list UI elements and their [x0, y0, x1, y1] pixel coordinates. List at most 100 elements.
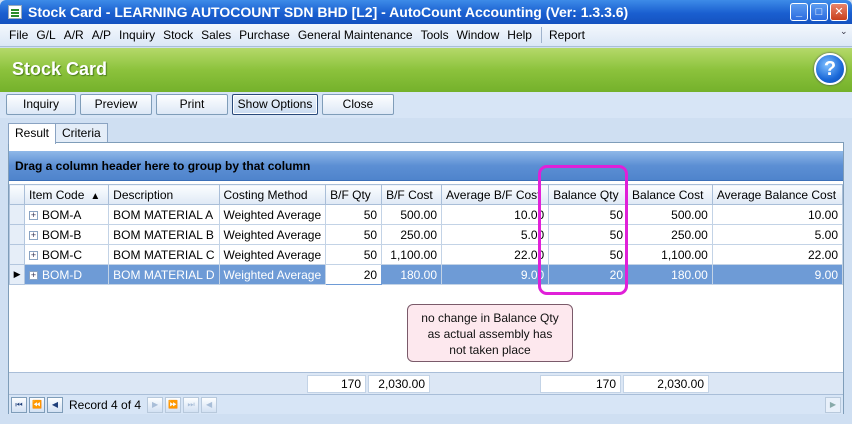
cell-item-code[interactable]: + BOM-A [24, 204, 110, 225]
close-button[interactable]: Close [322, 94, 394, 115]
show-options-button[interactable]: Show Options [232, 94, 318, 115]
cell-balance-cost[interactable]: 1,100.00 [627, 244, 713, 265]
column-header-average-balance-cost[interactable]: Average Balance Cost [711, 184, 844, 205]
cell-item-code[interactable]: + BOM-B [24, 224, 110, 245]
cell-average-bf-cost[interactable]: 10.00 [441, 204, 550, 225]
menu-bar: File G/L A/R A/P Inquiry Stock Sales Pur… [0, 24, 852, 47]
toolbar: Inquiry Preview Print Show Options Close [0, 92, 852, 118]
tab-criteria[interactable]: Criteria [55, 123, 108, 143]
menu-inquiry[interactable]: Inquiry [116, 28, 160, 42]
table-row[interactable]: + BOM-B BOM MATERIAL B Weighted Average 5… [8, 224, 844, 245]
menu-report[interactable]: Report [546, 28, 590, 42]
menu-general-maintenance[interactable]: General Maintenance [295, 28, 418, 42]
cell-item-code[interactable]: + BOM-C [24, 244, 110, 265]
prev-page-icon[interactable]: ⏪ [29, 396, 45, 413]
column-header-item-code[interactable]: Item Code ▲ [24, 184, 110, 205]
cell-balance-cost[interactable]: 500.00 [627, 204, 713, 225]
expand-icon[interactable]: + [29, 270, 39, 280]
horizontal-scroll-left-icon[interactable]: ◀ [201, 396, 218, 413]
cell-description[interactable]: BOM MATERIAL D [108, 264, 220, 285]
cell-description[interactable]: BOM MATERIAL C [108, 244, 220, 265]
maximize-button[interactable]: □ [810, 3, 828, 21]
next-page-icon[interactable]: ⏩ [165, 396, 182, 413]
row-selector-current-icon[interactable]: ▶ [8, 264, 26, 285]
menu-purchase[interactable]: Purchase [236, 28, 295, 42]
column-header-bf-cost[interactable]: B/F Cost [381, 184, 443, 205]
table-row[interactable]: + BOM-C BOM MATERIAL C Weighted Average 5… [8, 244, 844, 265]
table-row[interactable]: + BOM-A BOM MATERIAL A Weighted Average 5… [8, 204, 844, 225]
window-title: Stock Card - LEARNING AUTOCOUNT SDN BHD … [28, 4, 629, 20]
cell-bf-qty[interactable]: 50 [325, 224, 383, 245]
cell-bf-cost[interactable]: 250.00 [381, 224, 443, 245]
menu-sales[interactable]: Sales [198, 28, 236, 42]
cell-average-bf-cost[interactable]: 5.00 [441, 224, 550, 245]
cell-average-balance-cost[interactable]: 9.00 [711, 264, 844, 285]
expand-icon[interactable]: + [29, 250, 39, 260]
close-window-button[interactable]: ✕ [830, 3, 848, 21]
record-navigator: ⏮ ⏪ ◀ Record 4 of 4 ▶ ⏩ ⏭ ◀ ▶ [9, 394, 843, 414]
print-button[interactable]: Print [156, 94, 228, 115]
next-record-icon[interactable]: ▶ [147, 396, 164, 413]
page-title: Stock Card [12, 59, 108, 79]
row-selector[interactable] [8, 224, 26, 245]
total-bf-cost: 2,030.00 [368, 375, 430, 393]
cell-costing-method[interactable]: Weighted Average [218, 224, 327, 245]
item-code-value: BOM-D [42, 267, 83, 282]
cell-costing-method[interactable]: Weighted Average [218, 244, 327, 265]
cell-average-balance-cost[interactable]: 10.00 [711, 204, 844, 225]
callout-line: not taken place [449, 343, 531, 357]
cell-costing-method[interactable]: Weighted Average [218, 204, 327, 225]
column-header-balance-cost[interactable]: Balance Cost [627, 184, 713, 205]
menu-ar[interactable]: A/R [61, 28, 89, 42]
cell-average-balance-cost[interactable]: 22.00 [711, 244, 844, 265]
prev-record-icon[interactable]: ◀ [47, 396, 63, 413]
grid-header-row: Item Code ▲ Description Costing Method B/… [8, 184, 844, 205]
cell-balance-cost[interactable]: 180.00 [627, 264, 713, 285]
inquiry-button[interactable]: Inquiry [6, 94, 76, 115]
cell-bf-qty[interactable]: 50 [325, 204, 383, 225]
table-row-focused[interactable]: ▶ + BOM-D BOM MATERIAL D Weighted Average… [8, 264, 844, 285]
menu-gl[interactable]: G/L [33, 28, 60, 42]
cell-bf-cost[interactable]: 500.00 [381, 204, 443, 225]
cell-description[interactable]: BOM MATERIAL A [108, 204, 220, 225]
cell-bf-qty-editing[interactable]: 20 [325, 264, 383, 285]
group-by-panel[interactable]: Drag a column header here to group by th… [9, 151, 843, 181]
cell-item-code[interactable]: + BOM-D [24, 264, 110, 285]
menu-stock[interactable]: Stock [160, 28, 198, 42]
menu-window[interactable]: Window [454, 28, 505, 42]
menu-help[interactable]: Help [504, 28, 537, 42]
cell-costing-method[interactable]: Weighted Average [218, 264, 327, 285]
tab-result[interactable]: Result [8, 123, 57, 144]
minimize-button[interactable]: _ [790, 3, 808, 21]
expand-icon[interactable]: + [29, 210, 39, 220]
cell-bf-cost[interactable]: 180.00 [381, 264, 443, 285]
cell-average-balance-cost[interactable]: 5.00 [711, 224, 844, 245]
help-icon[interactable]: ? [814, 53, 846, 85]
cell-average-bf-cost[interactable]: 9.00 [441, 264, 550, 285]
menu-tools[interactable]: Tools [418, 28, 454, 42]
cell-balance-cost[interactable]: 250.00 [627, 224, 713, 245]
expand-icon[interactable]: + [29, 230, 39, 240]
row-selector[interactable] [8, 204, 26, 225]
item-code-value: BOM-B [42, 227, 82, 242]
annotation-callout: no change in Balance Qty as actual assem… [407, 304, 573, 362]
menu-ap[interactable]: A/P [89, 28, 116, 42]
grid-footer-totals: 170 2,030.00 170 2,030.00 [9, 372, 843, 394]
column-header-bf-qty[interactable]: B/F Qty [325, 184, 383, 205]
menu-separator [540, 27, 542, 43]
cell-bf-cost[interactable]: 1,100.00 [381, 244, 443, 265]
app-icon [8, 5, 22, 19]
record-position: Record 4 of 4 [69, 397, 142, 412]
first-record-icon[interactable]: ⏮ [11, 396, 27, 413]
menu-file[interactable]: File [6, 28, 33, 42]
cell-average-bf-cost[interactable]: 22.00 [441, 244, 550, 265]
column-header-costing-method[interactable]: Costing Method [218, 184, 327, 205]
column-header-average-bf-cost[interactable]: Average B/F Cost [441, 184, 550, 205]
cell-description[interactable]: BOM MATERIAL B [108, 224, 220, 245]
row-selector[interactable] [8, 244, 26, 265]
preview-button[interactable]: Preview [80, 94, 152, 115]
cell-bf-qty[interactable]: 50 [325, 244, 383, 265]
column-header-description[interactable]: Description [108, 184, 220, 205]
horizontal-scroll-right-icon[interactable]: ▶ [825, 397, 841, 413]
last-record-icon[interactable]: ⏭ [183, 396, 200, 413]
